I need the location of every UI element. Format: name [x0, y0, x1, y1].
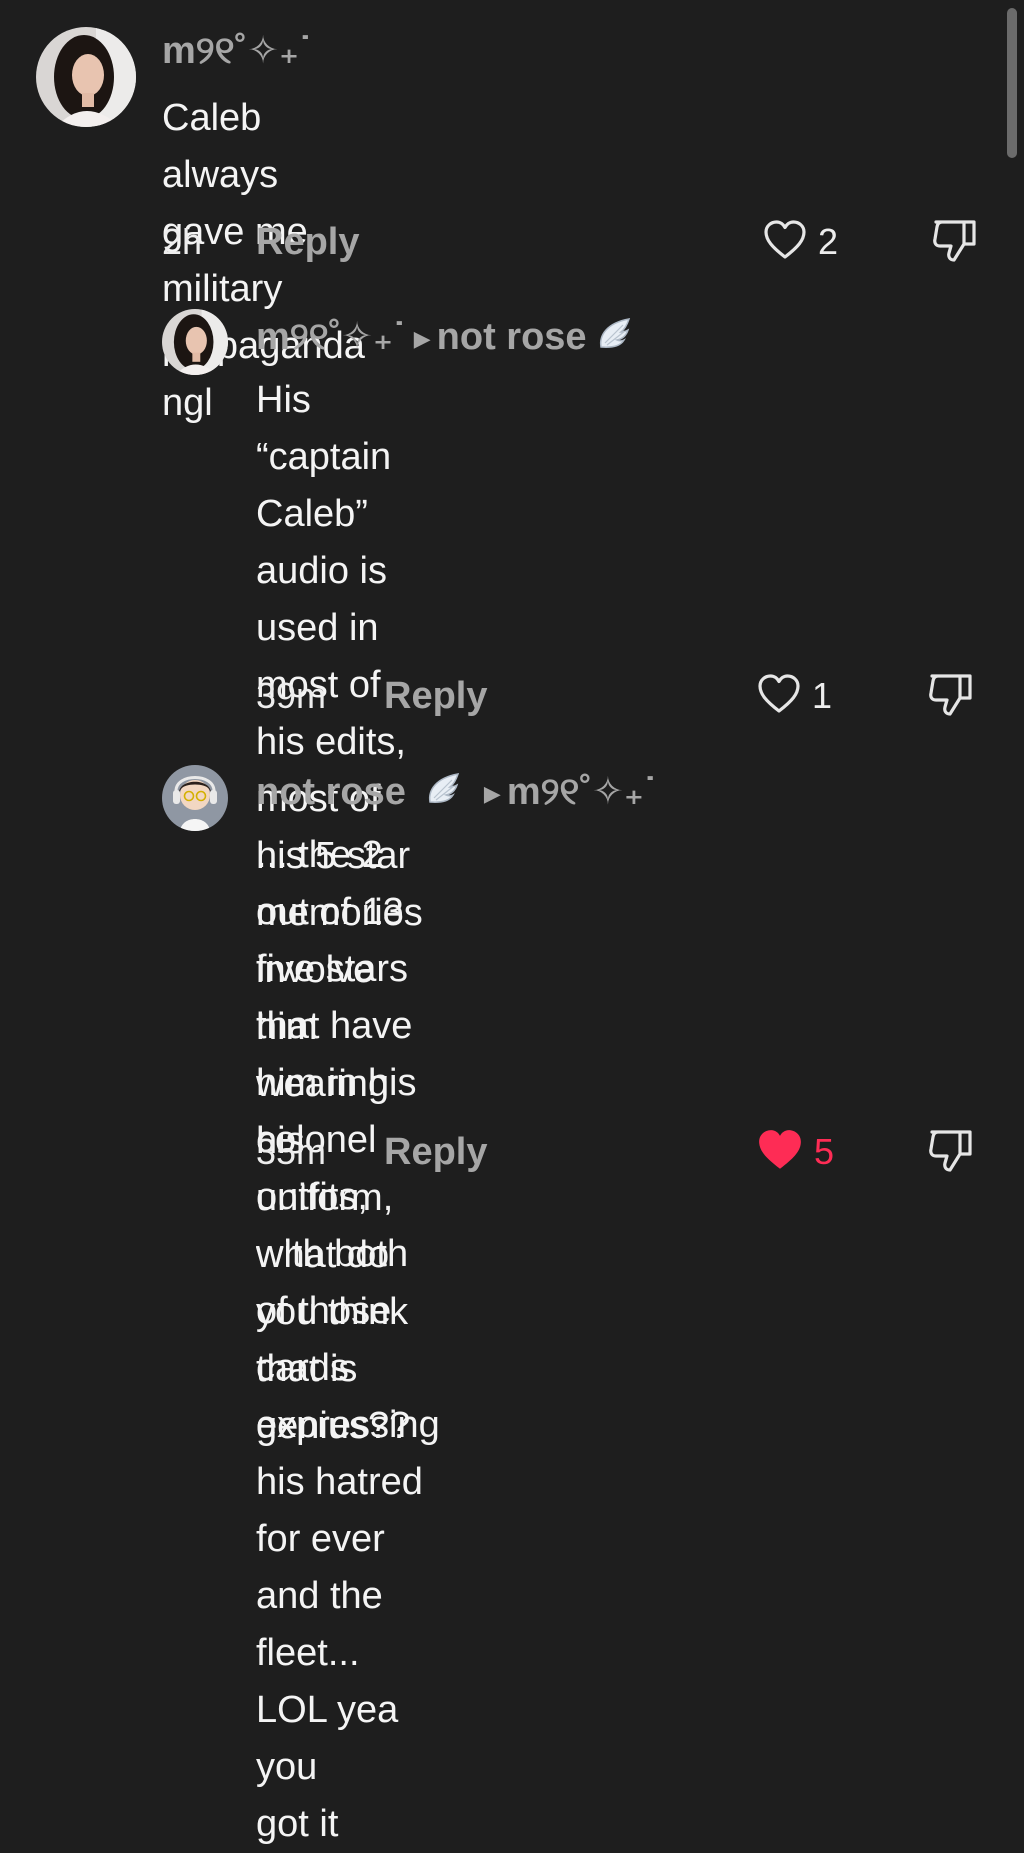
scrollbar[interactable]: [1007, 8, 1017, 158]
thumbs-down-icon: [929, 674, 972, 716]
author-name: m୨୧˚✧₊˙: [256, 316, 406, 358]
like-count: 2: [818, 221, 839, 262]
comment-time: 2h: [162, 221, 203, 262]
comment-author-line[interactable]: not rose ▶ m୨୧˚✧₊˙: [256, 770, 657, 816]
heart-outline-icon: [756, 673, 802, 720]
dislike-button[interactable]: [930, 218, 982, 269]
like-button[interactable]: 5: [756, 1128, 835, 1177]
like-count: 5: [814, 1131, 835, 1172]
like-button[interactable]: 1: [756, 673, 833, 720]
comment-time: 35m: [256, 1131, 327, 1172]
author-name: not rose: [256, 771, 406, 813]
reply-button[interactable]: Reply: [384, 674, 487, 718]
thumbs-down-icon: [929, 1130, 972, 1172]
heart-outline-icon: [762, 219, 808, 266]
angel-wing-icon: [597, 317, 633, 361]
heart-filled-icon: [756, 1128, 804, 1177]
comment-text: ... the 2 out of 13 five stars that have…: [256, 834, 440, 1845]
like-button[interactable]: 2: [762, 219, 839, 266]
reply-to-name: not rose: [436, 316, 587, 358]
angel-wing-icon: [426, 772, 462, 816]
avatar[interactable]: [36, 27, 136, 127]
reply-button[interactable]: Reply: [384, 1130, 487, 1174]
play-arrow-icon: ▶: [483, 780, 501, 806]
avatar[interactable]: [162, 309, 228, 375]
avatar[interactable]: [162, 765, 228, 831]
comment-author[interactable]: m୨୧˚✧₊˙: [162, 29, 312, 73]
comment-time: 39m: [256, 675, 327, 716]
dislike-button[interactable]: [926, 1128, 978, 1179]
author-name: m୨୧˚✧₊˙: [162, 30, 312, 72]
reply-button[interactable]: Reply: [256, 220, 359, 264]
like-count: 1: [812, 675, 833, 716]
comment-author-line[interactable]: m୨୧˚✧₊˙ ▶ not rose: [256, 315, 633, 361]
play-arrow-icon: ▶: [413, 325, 431, 351]
dislike-button[interactable]: [926, 672, 978, 723]
thumbs-down-icon: [933, 220, 976, 262]
reply-to-name: m୨୧˚✧₊˙: [506, 771, 657, 813]
